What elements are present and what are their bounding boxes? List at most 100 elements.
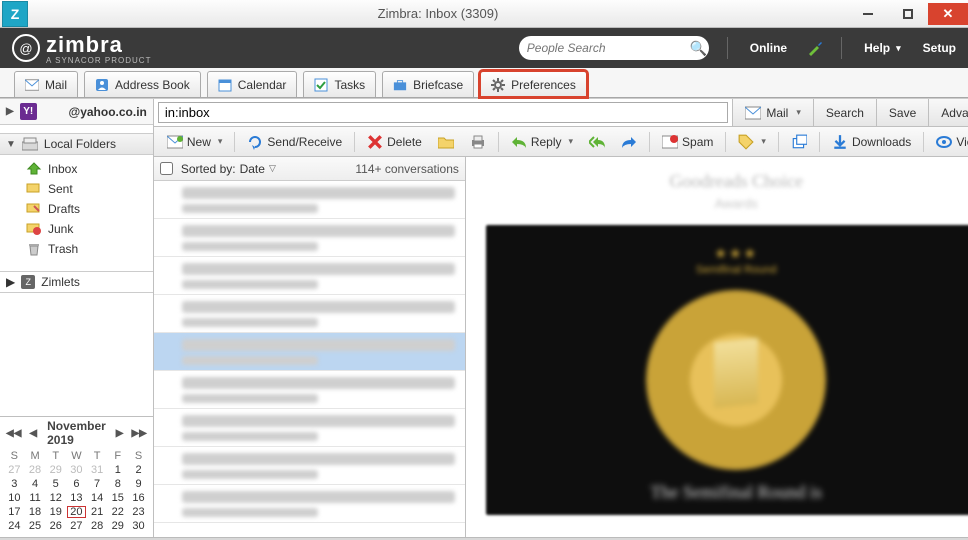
calendar-grid[interactable]: SMTWTFS 27282930311234567891011121314151…	[4, 449, 149, 533]
cal-day[interactable]: 26	[45, 519, 66, 533]
replyall-button[interactable]	[582, 130, 612, 154]
folder-inbox[interactable]: Inbox	[26, 159, 153, 179]
sort-field[interactable]: Date	[240, 162, 265, 176]
cal-day[interactable]: 3	[4, 477, 25, 491]
window-close-button[interactable]	[928, 3, 968, 25]
message-list: Sorted by: Date ▽ 114+ conversations	[154, 157, 466, 537]
folder-drafts[interactable]: Drafts	[26, 199, 153, 219]
search-icon[interactable]: 🔍	[690, 40, 707, 57]
search-query-input[interactable]	[165, 103, 721, 122]
delete-button[interactable]: Delete	[360, 130, 429, 154]
cal-day[interactable]: 12	[45, 491, 66, 505]
cal-day[interactable]: 9	[128, 477, 149, 491]
online-status[interactable]: Online	[750, 41, 787, 55]
cal-day[interactable]: 13	[66, 491, 87, 505]
spam-button[interactable]: Spam	[655, 130, 720, 154]
cal-day[interactable]: 5	[45, 477, 66, 491]
tab-mail[interactable]: Mail	[14, 71, 78, 97]
message-row[interactable]	[154, 485, 465, 523]
message-row[interactable]	[154, 371, 465, 409]
cal-day[interactable]: 10	[4, 491, 25, 505]
forward-icon	[621, 134, 637, 150]
cal-prev[interactable]: ◀	[27, 428, 39, 439]
cal-day[interactable]: 18	[25, 505, 46, 519]
cal-next-month[interactable]: ▶▶	[129, 428, 148, 439]
move-button[interactable]	[431, 130, 461, 154]
message-row[interactable]	[154, 333, 465, 371]
folder-junk[interactable]: Junk	[26, 219, 153, 239]
search-query-field[interactable]	[158, 102, 728, 123]
cal-day[interactable]: 21	[87, 505, 108, 519]
new-button[interactable]: New	[160, 130, 230, 154]
people-search-input[interactable]	[527, 41, 684, 55]
cal-day[interactable]: 7	[87, 477, 108, 491]
tab-tasks[interactable]: Tasks	[303, 71, 376, 97]
cal-day[interactable]: 20	[66, 505, 87, 519]
cal-day[interactable]: 24	[4, 519, 25, 533]
message-row[interactable]	[154, 257, 465, 295]
theme-brush-icon[interactable]	[807, 40, 823, 56]
help-menu[interactable]: Help	[864, 41, 901, 55]
tab-briefcase[interactable]: Briefcase	[382, 71, 474, 97]
search-button[interactable]: Search	[813, 99, 876, 126]
message-row[interactable]	[154, 295, 465, 333]
view-button[interactable]: View	[929, 130, 968, 154]
cal-day[interactable]: 30	[66, 463, 87, 477]
forward-button[interactable]	[614, 130, 644, 154]
folder-sent[interactable]: Sent	[26, 179, 153, 199]
window-minimize-button[interactable]	[848, 3, 888, 25]
cal-day[interactable]: 29	[107, 519, 128, 533]
setup-link[interactable]: Setup	[923, 41, 956, 55]
tab-calendar[interactable]: Calendar	[207, 71, 298, 97]
cal-day[interactable]: 1	[107, 463, 128, 477]
message-row[interactable]	[154, 219, 465, 257]
message-row[interactable]	[154, 181, 465, 219]
sendreceive-button[interactable]: Send/Receive	[240, 130, 349, 154]
account-row[interactable]: ▶ Y! @yahoo.co.in	[0, 99, 153, 125]
reply-button[interactable]: Reply	[504, 130, 580, 154]
search-advanced-button[interactable]: Advanced	[928, 99, 968, 126]
cal-day[interactable]: 29	[45, 463, 66, 477]
cal-day[interactable]: 27	[4, 463, 25, 477]
account-email: @yahoo.co.in	[69, 105, 147, 119]
cal-prev-month[interactable]: ◀◀	[4, 428, 23, 439]
zimlets-header[interactable]: ▶ Z Zimlets	[0, 271, 153, 293]
folder-trash[interactable]: Trash	[26, 239, 153, 259]
cal-day[interactable]: 27	[66, 519, 87, 533]
people-search[interactable]: 🔍	[519, 36, 709, 60]
cal-day[interactable]: 17	[4, 505, 25, 519]
cal-day[interactable]: 8	[107, 477, 128, 491]
sort-dir-icon[interactable]: ▽	[269, 163, 276, 174]
cal-next[interactable]: ▶	[114, 428, 126, 439]
cal-day[interactable]: 4	[25, 477, 46, 491]
message-row[interactable]	[154, 447, 465, 485]
message-row[interactable]	[154, 409, 465, 447]
cal-day[interactable]: 11	[25, 491, 46, 505]
search-scope-mail[interactable]: Mail	[732, 99, 813, 126]
cal-day[interactable]: 19	[45, 505, 66, 519]
cal-day[interactable]: 22	[107, 505, 128, 519]
tab-addressbook[interactable]: Address Book	[84, 71, 201, 97]
cal-day[interactable]: 2	[128, 463, 149, 477]
cal-day[interactable]: 25	[25, 519, 46, 533]
tab-preferences[interactable]: Preferences	[480, 71, 587, 97]
cal-day[interactable]: 28	[25, 463, 46, 477]
mail-icon	[745, 105, 761, 121]
cal-day[interactable]: 28	[87, 519, 108, 533]
cal-day[interactable]: 14	[87, 491, 108, 505]
print-button[interactable]	[463, 130, 493, 154]
search-save-button[interactable]: Save	[876, 99, 928, 126]
cal-day[interactable]: 31	[87, 463, 108, 477]
window-maximize-button[interactable]	[888, 3, 928, 25]
cal-day[interactable]: 16	[128, 491, 149, 505]
local-folders-header[interactable]: ▼ Local Folders	[0, 133, 153, 155]
detach-button[interactable]	[784, 130, 814, 154]
cal-day[interactable]: 15	[107, 491, 128, 505]
cal-day[interactable]: 6	[66, 477, 87, 491]
cal-day[interactable]: 30	[128, 519, 149, 533]
cal-day[interactable]: 23	[128, 505, 149, 519]
downloads-button[interactable]: Downloads	[825, 130, 918, 154]
briefcase-icon	[393, 78, 407, 92]
tag-button[interactable]	[731, 130, 773, 154]
select-all-checkbox[interactable]	[160, 162, 173, 175]
